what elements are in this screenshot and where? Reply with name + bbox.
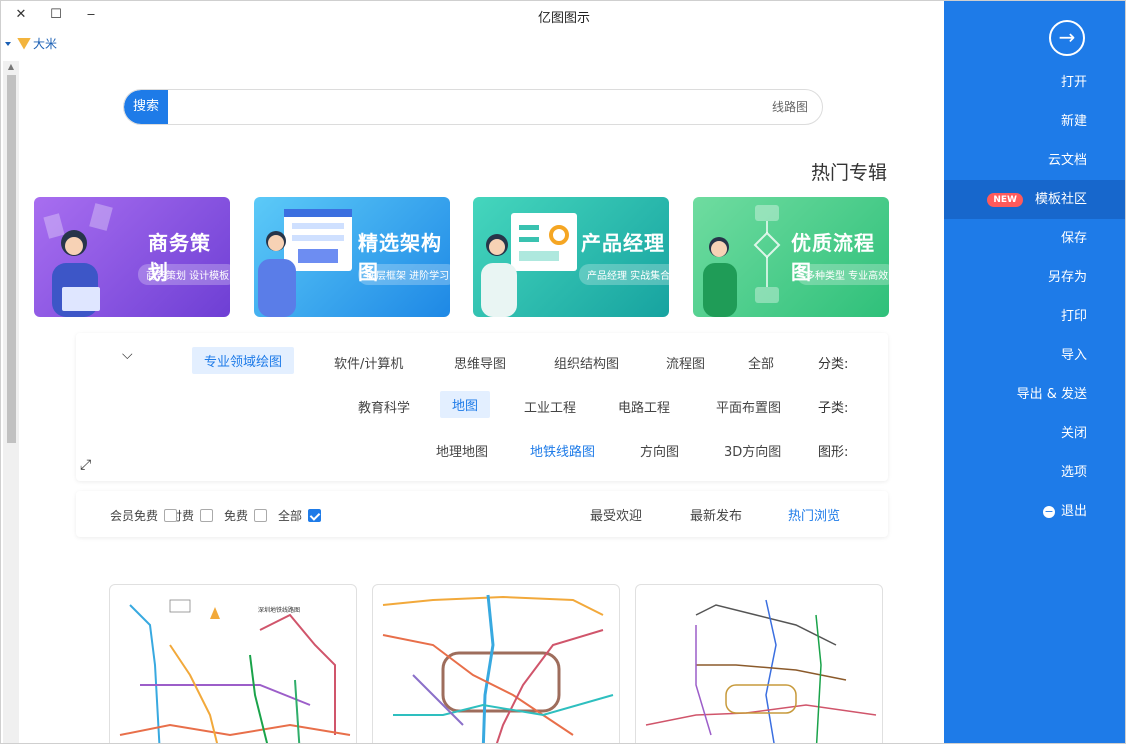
sidebar-item-close[interactable]: 关闭 (944, 414, 1125, 453)
category-org-chart[interactable]: 组织结构图 (542, 349, 631, 376)
shape-subway-map[interactable]: 地铁线路图 (518, 437, 607, 464)
sidebar-item-exit[interactable]: − 退出 (944, 492, 1125, 531)
banner-architecture[interactable]: 精选架构图 底层框架 进阶学习 (254, 197, 450, 317)
banner-business-plan[interactable]: 商务策划 商务策划 设计模板 (34, 197, 230, 317)
chevron-down-icon (5, 41, 11, 46)
subcategory-industrial[interactable]: 工业工程 (512, 393, 588, 420)
banner-title: 产品经理 (581, 231, 665, 255)
subcategory-floor-plan[interactable]: 平面布置图 (704, 393, 793, 420)
banner-subtitle: 商务策划 设计模板 (138, 264, 230, 285)
sidebar-item-save-as[interactable]: 另存为 (944, 258, 1125, 297)
app-window: 亿图图示 ✕ ☐ ‒ 大米 ▲ 搜索 线路图 热门专辑 优质流程图 多种类型 专… (0, 0, 1126, 744)
shape-label: 图形: (818, 445, 849, 460)
checkbox-label: 全部 (278, 509, 303, 523)
sort-tab-newest[interactable]: 最新发布 (690, 505, 742, 524)
maximize-icon[interactable]: ☐ (44, 5, 68, 25)
sidebar-item-label: 模板社区 (1034, 192, 1087, 207)
search-input[interactable]: 线路图 (772, 90, 808, 124)
sidebar-item-label: 导入 (1060, 348, 1087, 363)
checkbox-icon[interactable] (164, 509, 178, 522)
new-badge: NEW (987, 192, 1023, 207)
backstage-sidebar: → 打开 新建 云文档 NEW 模板社区 保存 另存为 打印 导入 导出 & 发送… (944, 1, 1125, 743)
filter-member-free-checkbox[interactable]: 会员免费 (110, 507, 178, 524)
scrollbar-thumb[interactable] (7, 75, 16, 443)
filter-panel: 分类: 全部 流程图 组织结构图 思维导图 软件/计算机 专业领域绘图 ⌵ 子类… (76, 333, 888, 481)
shape-direction[interactable]: 方向图 (628, 437, 691, 464)
sidebar-item-save[interactable]: 保存 (944, 219, 1125, 258)
banner-subtitle: 底层框架 进阶学习 (358, 264, 450, 285)
scroll-up-icon[interactable]: ▲ (3, 61, 19, 73)
sidebar-item-label: 新建 (1060, 114, 1087, 129)
close-icon[interactable]: ✕ (9, 5, 33, 25)
subway-map-thumbnail (119, 599, 351, 743)
sidebar-item-label: 导出 & 发送 (1016, 387, 1087, 402)
subcategory-education[interactable]: 教育科学 (346, 393, 422, 420)
category-software[interactable]: 软件/计算机 (322, 349, 415, 376)
minus-circle-icon: − (1042, 504, 1055, 518)
banner-product-illustration (481, 213, 577, 317)
sidebar-item-cloud[interactable]: 云文档 (944, 141, 1125, 180)
expand-icon[interactable]: ⤢ (80, 457, 91, 473)
sidebar-item-options[interactable]: 选项 (944, 453, 1125, 492)
sort-bar: 热门浏览 最新发布 最受欢迎 全部 免费 付费 会员免费 (76, 491, 888, 537)
banner-subtitle: 多种类型 专业高效 (797, 264, 889, 285)
vip-crown-icon (17, 37, 31, 50)
template-card[interactable]: 深圳地铁线路图 (109, 584, 357, 743)
search-bar: 搜索 线路图 (123, 89, 823, 125)
template-card[interactable] (372, 584, 620, 743)
sidebar-item-open[interactable]: 打开 (944, 63, 1125, 102)
sidebar-item-template-community[interactable]: NEW 模板社区 (944, 180, 1125, 219)
sidebar-item-label: 选项 (1060, 465, 1087, 480)
shape-3d-direction[interactable]: 3D方向图 (712, 437, 793, 464)
banner-subtitle: 产品经理 实战集合 (579, 264, 669, 285)
subcategory-map[interactable]: 地图 (440, 391, 491, 418)
user-name: 大米 (33, 37, 58, 51)
sidebar-item-label: 关闭 (1060, 426, 1087, 441)
filter-all-checkbox[interactable]: 全部 (278, 507, 322, 524)
sidebar-item-label: 打开 (1060, 75, 1087, 90)
checkbox-icon[interactable] (254, 509, 268, 522)
checkbox-icon[interactable] (200, 509, 214, 522)
category-mind-map[interactable]: 思维导图 (442, 349, 518, 376)
subcategory-circuit[interactable]: 电路工程 (606, 393, 682, 420)
shape-geo-map[interactable]: 地理地图 (424, 437, 500, 464)
hot-topics-title: 热门专辑 (810, 162, 887, 184)
sidebar-item-print[interactable]: 打印 (944, 297, 1125, 336)
sort-tab-hot[interactable]: 热门浏览 (788, 505, 840, 524)
user-menu[interactable]: 大米 (5, 35, 57, 52)
checkbox-label: 免费 (224, 509, 249, 523)
category-label: 分类: (818, 357, 849, 372)
checkbox-label: 会员免费 (110, 509, 159, 523)
sidebar-item-new[interactable]: 新建 (944, 102, 1125, 141)
sidebar-item-label: 保存 (1060, 231, 1087, 246)
subcategory-label: 子类: (818, 401, 849, 416)
sort-tab-popular[interactable]: 最受欢迎 (590, 505, 642, 524)
sidebar-item-label: 退出 (1060, 504, 1087, 519)
minimize-icon[interactable]: ‒ (79, 5, 103, 25)
checkbox-checked-icon[interactable] (308, 509, 322, 522)
template-card[interactable] (635, 584, 883, 743)
subway-map-thumbnail (645, 599, 877, 743)
banner-product-manager[interactable]: 产品经理 产品经理 实战集合 (473, 197, 669, 317)
category-flowchart[interactable]: 流程图 (654, 349, 717, 376)
sidebar-item-label: 云文档 (1047, 153, 1087, 168)
banner-flowchart[interactable]: 优质流程图 多种类型 专业高效 (693, 197, 889, 317)
sidebar-item-import[interactable]: 导入 (944, 336, 1125, 375)
filter-free-checkbox[interactable]: 免费 (224, 507, 268, 524)
subway-map-thumbnail (382, 594, 614, 743)
category-all[interactable]: 全部 (736, 349, 786, 376)
chevron-down-icon[interactable]: ⌵ (122, 347, 133, 363)
sidebar-item-export[interactable]: 导出 & 发送 (944, 375, 1125, 414)
sidebar-item-label: 另存为 (1047, 270, 1087, 285)
category-professional[interactable]: 专业领域绘图 (192, 347, 295, 374)
search-button[interactable]: 搜索 (124, 90, 168, 124)
sidebar-item-label: 打印 (1060, 309, 1087, 324)
back-arrow-icon[interactable]: → (1049, 20, 1085, 56)
